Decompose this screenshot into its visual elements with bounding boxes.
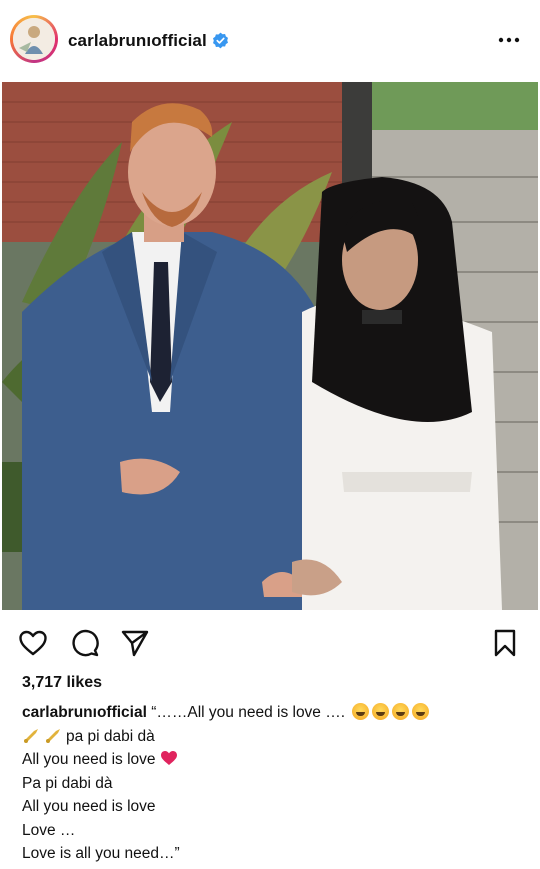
tears-of-joy-emoji-icon [412,703,430,720]
avatar[interactable] [10,15,58,63]
username-link[interactable]: carlabrunıofficial [68,31,229,51]
verified-badge-icon [212,32,228,49]
caption-line-3: All you need is love [22,748,527,772]
avatar-image [13,18,55,60]
caption-line-1: carlabrunıofficial “……All you need is lo… [22,701,527,725]
username-text[interactable]: carlabrunıofficial [68,31,207,50]
likes-count[interactable]: 3,717 likes [22,674,102,692]
caption-line-7: Love is all you need…” [22,845,180,862]
sweat-smile-emoji-icon [392,703,410,720]
caption-username[interactable]: carlabrunıofficial [22,704,147,721]
post-photo[interactable] [2,82,538,610]
more-options-icon[interactable] [496,30,522,50]
caption-line-5: All you need is love [22,798,156,815]
post-actions [0,620,540,664]
caption-line-2: pa pi dabi dà [22,725,527,749]
send-icon[interactable] [120,628,150,658]
heart-outline-icon[interactable] [18,628,48,658]
trumpet-emoji-icon [46,728,60,743]
red-heart-emoji-icon [160,751,177,765]
post-caption: carlabrunıofficial “……All you need is lo… [22,701,527,866]
caption-text: pa pi dabi dà [66,727,155,745]
caption-text: All you need is love [22,751,156,768]
grinning-emoji-icon [352,703,370,720]
post-image [2,82,538,610]
caption-line-6: Love … [22,821,76,839]
post-header: carlabrunıofficial [0,0,540,80]
squinting-emoji-icon [372,703,390,720]
comment-icon[interactable] [70,628,100,658]
bookmark-icon[interactable] [490,628,520,658]
trumpet-emoji-icon [24,728,38,743]
caption-line-4: Pa pi dabi dà [22,774,113,792]
caption-text: “……All you need is love …. [151,704,346,721]
